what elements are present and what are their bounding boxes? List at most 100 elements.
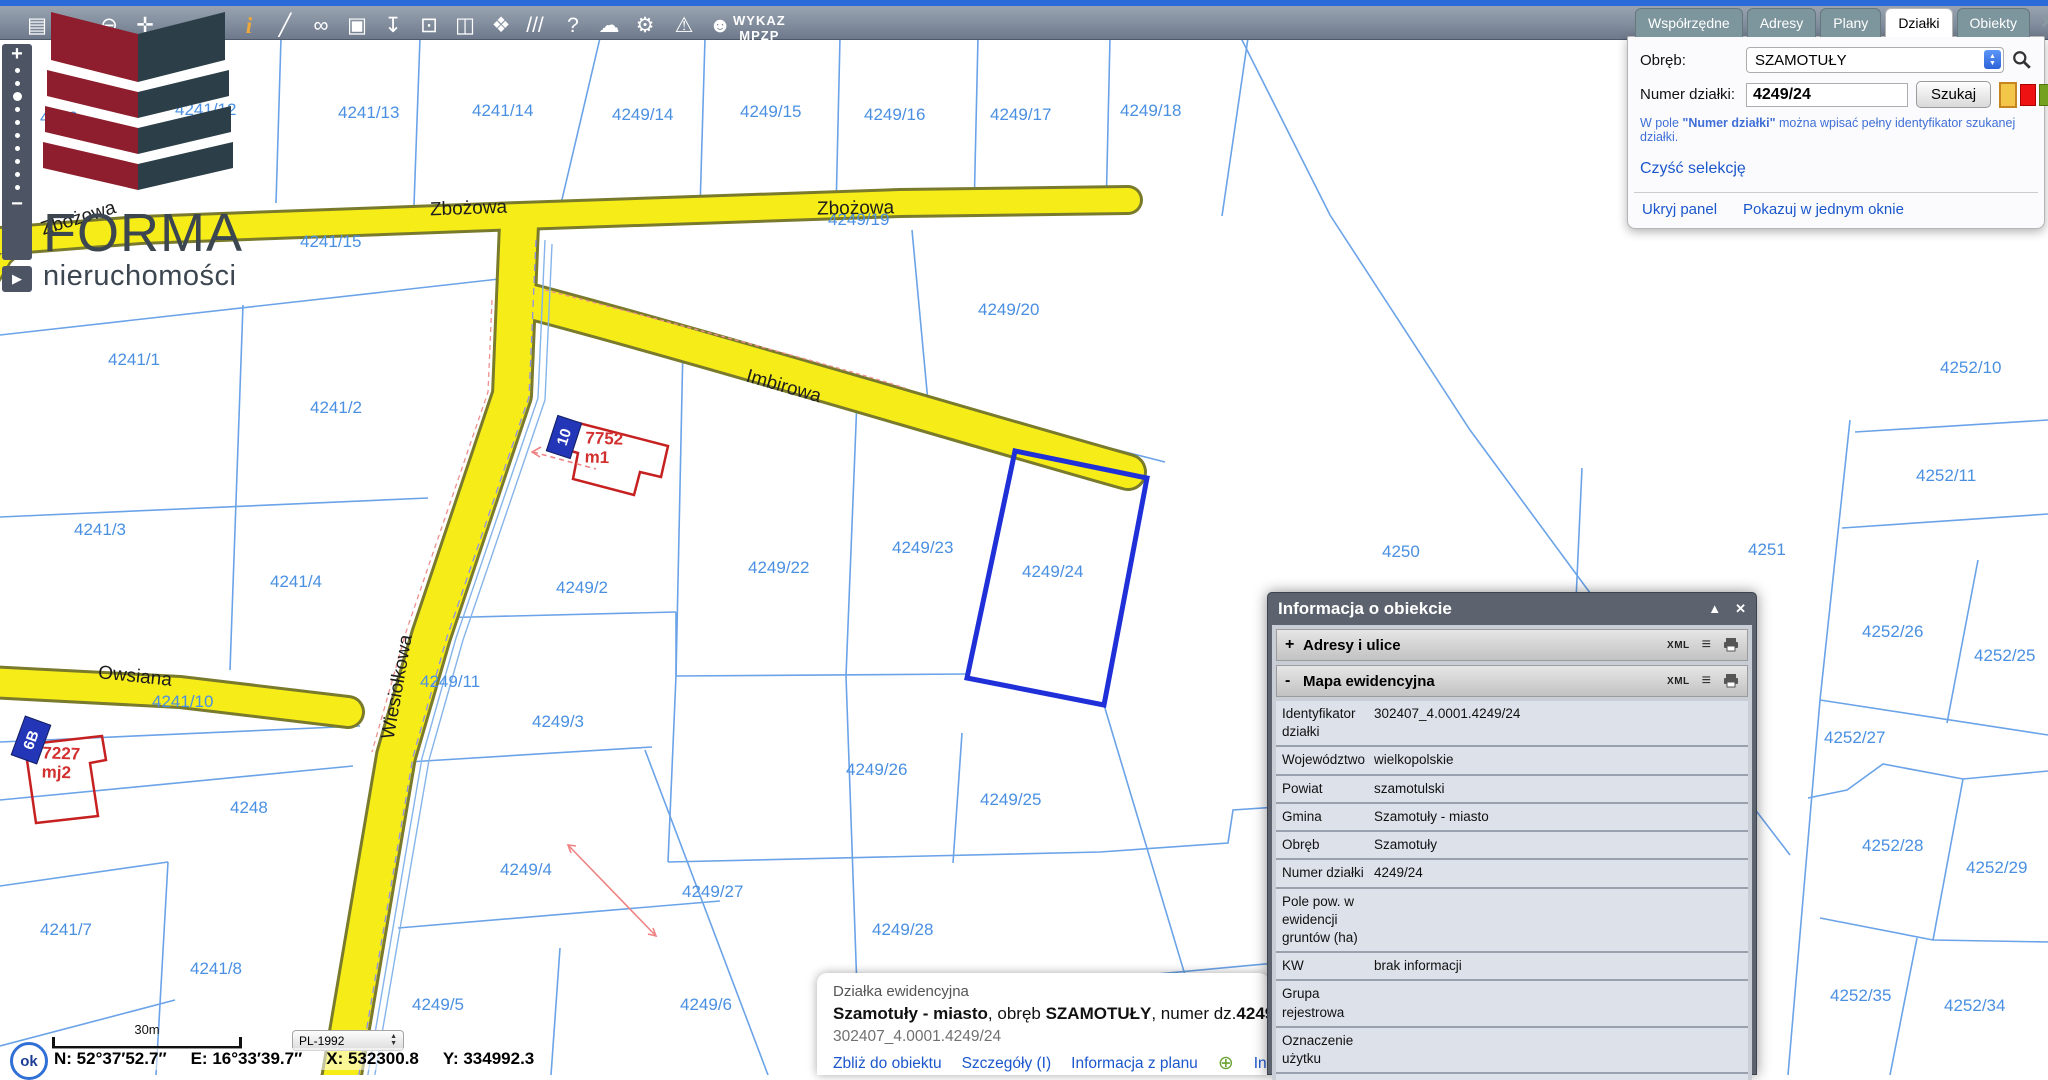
hatch-icon[interactable]: ///: [518, 13, 552, 39]
parcel-label: 4249/18: [1120, 101, 1181, 121]
parcel-label: 4249/24: [1022, 562, 1083, 582]
zoom-level-dot[interactable]: [15, 146, 20, 151]
section-toggle-icon[interactable]: -: [1285, 672, 1303, 690]
map-application: { "toolbar": { "items": [ {"name":"layer…: [0, 0, 2048, 1075]
zoom-slider[interactable]: + −: [2, 44, 32, 260]
list-icon[interactable]: ≡: [1702, 636, 1711, 654]
select-stepper-icon[interactable]: ▲ ▼: [1984, 50, 2001, 69]
info-row-label: Numer działki: [1282, 864, 1374, 882]
info-section-header[interactable]: - Mapa ewidencyjna XML ≡: [1276, 665, 1748, 697]
wykaz-mpzp-button[interactable]: WYKAZ MPZP: [733, 14, 786, 44]
pin-icon[interactable]: ↧: [376, 13, 410, 39]
zoom-level-dot[interactable]: [15, 185, 20, 190]
building-number: 7227: [42, 744, 80, 764]
parcel-label: 4252/35: [1830, 986, 1891, 1006]
help-icon[interactable]: ?: [556, 13, 590, 39]
parcel-label: 4249/11: [420, 672, 480, 692]
printer-icon[interactable]: [1723, 674, 1739, 688]
szukaj-button[interactable]: Szukaj: [1916, 81, 1991, 108]
clear-selection-link[interactable]: Czyść selekcję: [1640, 160, 1746, 178]
search-tab[interactable]: Działki: [1885, 8, 1952, 37]
zoom-in-icon[interactable]: ⊕: [56, 13, 90, 39]
info-row: Obręb Szamotuły: [1276, 832, 1748, 860]
pan-icon[interactable]: ✛: [128, 13, 162, 39]
measure-icon[interactable]: ╱: [268, 13, 302, 39]
xml-export-link[interactable]: XML: [1667, 640, 1690, 651]
search-panel: WspółrzędneAdresyPlanyDziałkiObiekty ✕ O…: [1627, 8, 2045, 229]
copy-view-icon[interactable]: ⊡: [412, 13, 446, 39]
close-icon[interactable]: ✕: [2034, 8, 2048, 37]
info-row-label: KW: [1282, 957, 1374, 975]
collapse-icon[interactable]: ▲: [1708, 601, 1721, 617]
object-action-link[interactable]: Informacja z planu: [1071, 1055, 1198, 1073]
parcel-label: 4252/29: [1966, 858, 2027, 878]
info-row-value: 302407_4.0001.4249/24: [1374, 705, 1742, 723]
numer-dzialki-input[interactable]: [1746, 83, 1908, 107]
warning-icon[interactable]: ⚠: [667, 13, 701, 39]
close-icon[interactable]: ✕: [1735, 601, 1746, 617]
xml-export-link[interactable]: XML: [1667, 676, 1690, 687]
info-row: Numer działki 4249/24: [1276, 860, 1748, 888]
search-tab[interactable]: Współrzędne: [1635, 8, 1743, 37]
object-links: Zbliż do obiektu Szczegóły (I) Informacja …: [833, 1052, 1253, 1075]
list-icon[interactable]: ≡: [1702, 672, 1711, 690]
search-tab[interactable]: Obiekty: [1957, 8, 2030, 37]
search-icon[interactable]: [2012, 50, 2032, 70]
zoom-level-dot[interactable]: [15, 107, 20, 112]
plus-circle-icon[interactable]: ⊕: [1218, 1052, 1234, 1075]
info-section-header[interactable]: + Adresy i ulice XML ≡: [1276, 629, 1748, 661]
hide-panel-link[interactable]: Ukryj panel: [1642, 201, 1717, 218]
area-select-icon[interactable]: ❖: [484, 13, 518, 39]
zoom-level-dot[interactable]: [15, 68, 20, 73]
layers-icon[interactable]: ▤: [20, 13, 54, 39]
single-window-link[interactable]: Pokazuj w jednym oknie: [1743, 201, 1904, 218]
print-icon[interactable]: ▣: [340, 13, 374, 39]
search-tabs: WspółrzędneAdresyPlanyDziałkiObiekty ✕: [1627, 8, 2045, 37]
zoom-level-dot[interactable]: [15, 133, 20, 138]
object-action-link[interactable]: Zbliż do obiektu: [833, 1055, 942, 1073]
parcel-label: 4241/4: [270, 572, 322, 592]
link-icon[interactable]: ∞: [304, 13, 338, 39]
parcel-label: 4240: [40, 108, 78, 128]
green-swatch[interactable]: [2039, 84, 2048, 106]
red-swatch[interactable]: [2020, 84, 2036, 106]
info-row-label: Grupa rejestrowa: [1282, 985, 1374, 1021]
info-row-value: szamotulski: [1374, 780, 1742, 798]
layout-columns-icon[interactable]: ◫: [448, 13, 482, 39]
zoom-level-dot[interactable]: [15, 159, 20, 164]
info-panel-header[interactable]: Informacja o obiekcie ▲ ✕: [1272, 593, 1752, 625]
section-title: Mapa ewidencyjna: [1303, 673, 1667, 690]
zoom-level-dot[interactable]: [15, 172, 20, 177]
yellow-swatch[interactable]: [1999, 82, 2017, 108]
share-cloud-icon[interactable]: ☁: [592, 13, 626, 39]
settings-icon[interactable]: ⚙: [628, 13, 662, 39]
zoom-in-button[interactable]: +: [11, 44, 23, 64]
info-row: Grupa rejestrowa: [1276, 981, 1748, 1027]
info-row: Oznaczenie konturu: [1276, 1074, 1748, 1080]
object-action-link[interactable]: Szczegóły (I): [962, 1055, 1052, 1073]
parcel-label: 4252/28: [1862, 836, 1923, 856]
ok-button[interactable]: ok: [10, 1042, 48, 1080]
zoom-out-button[interactable]: −: [11, 194, 23, 214]
info-icon[interactable]: i: [232, 13, 266, 39]
zoom-level-dot[interactable]: [15, 81, 20, 86]
search-tab[interactable]: Adresy: [1747, 8, 1817, 37]
parcel-label: 4241/12: [175, 100, 236, 120]
building-label: 7227 mj2: [41, 744, 80, 783]
parcel-label: 4252/11: [1916, 466, 1976, 486]
parcel-label: 4252/27: [1824, 728, 1885, 748]
select-arrow-icon[interactable]: ↖: [196, 13, 230, 39]
zoom-out-icon[interactable]: ⊖: [92, 13, 126, 39]
numer-dzialki-label: Numer działki:: [1640, 86, 1746, 103]
object-popup: Działka ewidencyjna Szamotuły - miasto, …: [817, 973, 1269, 1075]
printer-icon[interactable]: [1723, 638, 1739, 652]
feedback-icon[interactable]: ☻: [703, 13, 737, 39]
expand-panel-button[interactable]: ▶: [2, 266, 32, 292]
zoom-level-current[interactable]: [13, 92, 22, 101]
parcel-label: 4252/34: [1944, 996, 2005, 1016]
search-tab[interactable]: Plany: [1820, 8, 1881, 37]
section-toggle-icon[interactable]: +: [1285, 636, 1303, 654]
zoom-level-dot[interactable]: [15, 120, 20, 125]
parcel-label: 4241/8: [190, 959, 242, 979]
obreb-select[interactable]: SZAMOTUŁY ▲ ▼: [1746, 47, 2004, 73]
